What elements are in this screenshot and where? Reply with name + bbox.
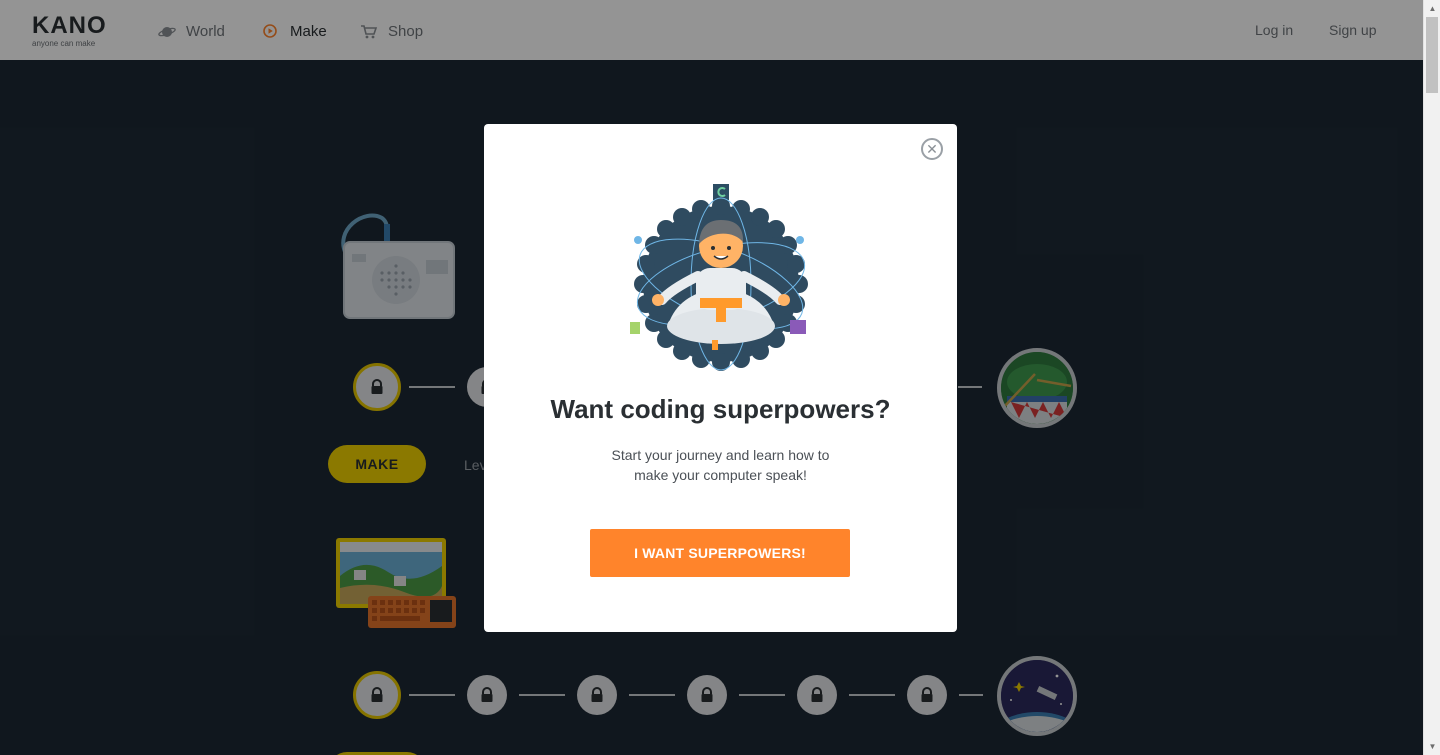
close-icon[interactable]: ✕ — [921, 138, 943, 160]
scroll-up-arrow-icon[interactable]: ▲ — [1424, 0, 1440, 17]
modal-description-line-1: Start your journey and learn how to — [611, 447, 830, 463]
scrollbar-thumb[interactable] — [1426, 17, 1438, 93]
modal-description: Start your journey and learn how to make… — [600, 445, 841, 485]
meditating-coder-illustration — [630, 180, 812, 376]
superpowers-modal: ✕ Want coding superpowers? Start your jo… — [484, 124, 957, 632]
page-scrollbar[interactable]: ▲ ▼ — [1423, 0, 1440, 755]
modal-title: Want coding superpowers? — [550, 394, 891, 424]
modal-description-line-2: make your computer speak! — [634, 467, 807, 483]
i-want-superpowers-button[interactable]: I WANT SUPERPOWERS! — [590, 529, 850, 577]
scroll-down-arrow-icon[interactable]: ▼ — [1424, 738, 1440, 755]
